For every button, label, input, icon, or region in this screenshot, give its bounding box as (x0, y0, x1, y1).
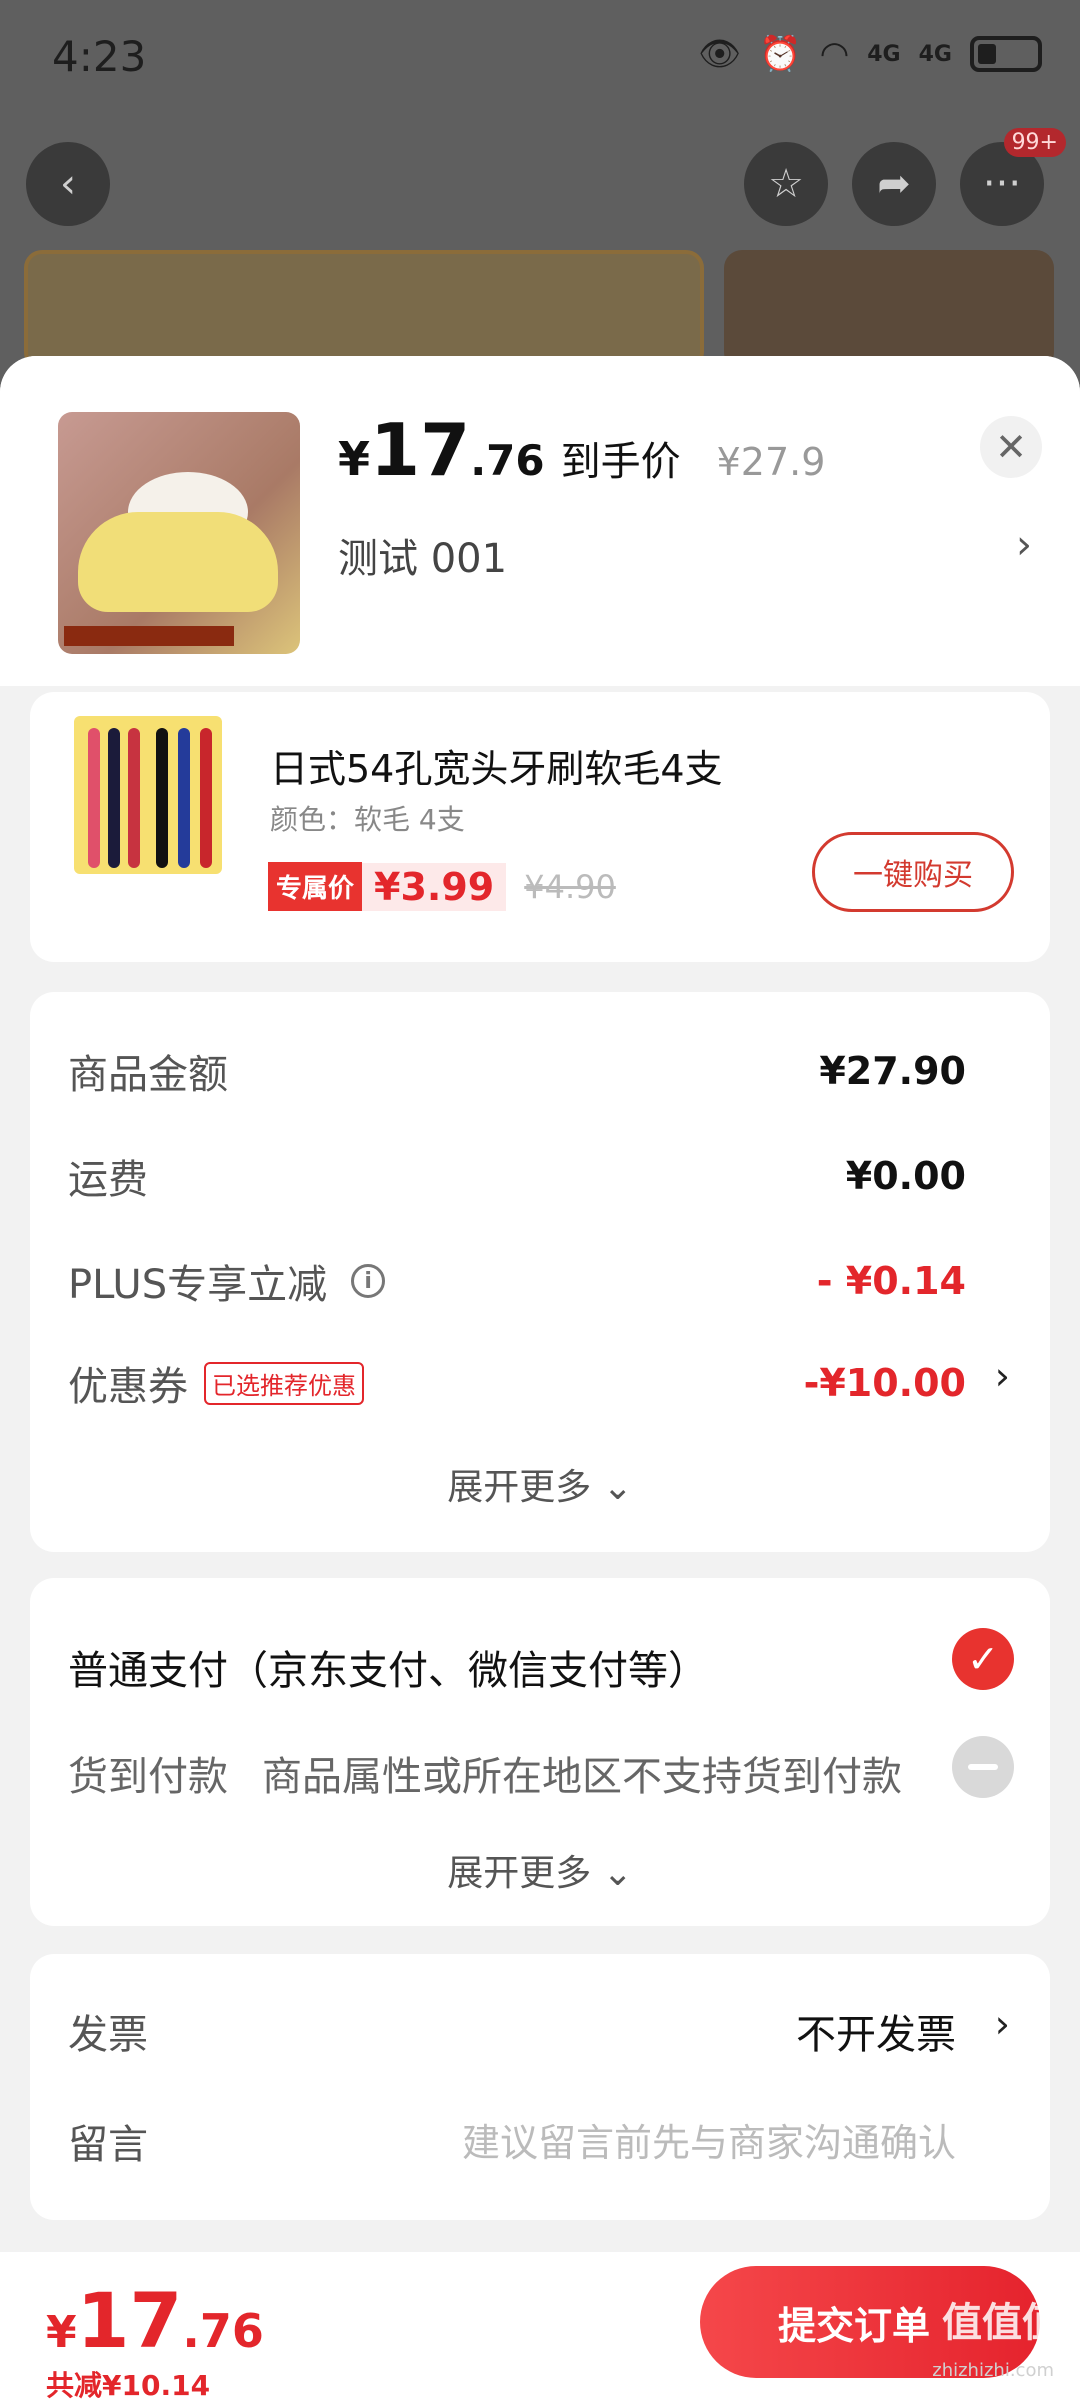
product-price: ¥ 17 .76 到手价 ¥27.9 (338, 408, 826, 492)
payment-option-normal[interactable]: 普通支付（京东支付、微信支付等） (68, 1638, 708, 1696)
signal-icon: 4G (867, 41, 901, 67)
share-button[interactable]: ➦ (852, 142, 936, 226)
alarm-icon: ⏰ (759, 34, 802, 74)
chevron-right-icon[interactable]: › (995, 1354, 1010, 1398)
signal-icon-2: 4G (918, 41, 952, 67)
expand-more-payment-button[interactable]: 展开更多 ⌄ (30, 1844, 1050, 1896)
original-price: ¥27.9 (716, 440, 826, 484)
more-icon: ··· (982, 161, 1022, 207)
one-click-buy-button[interactable]: 一键购买 (812, 832, 1014, 912)
addon-card: 日式54孔宽头牙刷软毛4支 颜色：软毛 4支 专属价 ¥3.99 ¥4.90 一… (30, 692, 1050, 962)
more-button[interactable]: ··· 99+ (960, 128, 1066, 226)
expand-more-button[interactable]: 展开更多 ⌄ (30, 1458, 1050, 1510)
order-sheet: ¥ 17 .76 到手价 ¥27.9 ✕ 测试 001 › 日式54孔宽头牙刷软… (0, 356, 1080, 2400)
product-image (58, 412, 300, 654)
background-product-image (24, 250, 704, 370)
favorite-button[interactable]: ☆ (744, 142, 828, 226)
disabled-icon (952, 1736, 1014, 1798)
wifi-icon: ◠ (819, 34, 850, 74)
close-button[interactable]: ✕ (980, 416, 1042, 478)
chevron-right-icon[interactable]: › (1016, 522, 1032, 568)
total-saved: 共减¥10.14 (46, 2369, 211, 2400)
chevron-left-icon: ‹ (60, 161, 76, 207)
price-label: 到手价 (560, 439, 681, 485)
invoice-label: 发票 (68, 2012, 148, 2058)
checkmark-icon[interactable]: ✓ (952, 1628, 1014, 1690)
eye-icon: 👁 (698, 34, 742, 74)
sheet-header: ¥ 17 .76 到手价 ¥27.9 ✕ 测试 001 › (0, 356, 1080, 686)
close-icon: ✕ (995, 425, 1027, 469)
variant-selector[interactable]: 测试 001 (338, 526, 507, 584)
summary-row-plus-discount: PLUS专享立减 i - ¥0.14 (68, 1259, 966, 1308)
status-bar: 4:23 👁 ⏰ ◠ 4G 4G (0, 0, 1080, 120)
watermark-logo: 值值值 (942, 2300, 1062, 2346)
addon-variant: 颜色：软毛 4支 (270, 803, 465, 836)
message-label: 留言 (68, 2122, 148, 2168)
exclusive-price: 专属价 ¥3.99 ¥4.90 (268, 862, 616, 911)
status-time: 4:23 (52, 32, 147, 81)
summary-row-subtotal: 商品金额 ¥27.90 (68, 1049, 966, 1098)
invoice-value[interactable]: 不开发票 (796, 2002, 956, 2060)
checkout-bar: ¥ 17 .76 共减¥10.14 提交订单 值值值 zhizhizhi.com (0, 2252, 1080, 2400)
chevron-right-icon[interactable]: › (995, 2002, 1010, 2046)
payment-option-cod: 货到付款 (68, 1754, 228, 1800)
coupon-tag: 已选推荐优惠 (204, 1361, 364, 1405)
summary-row-shipping: 运费 ¥0.00 (68, 1154, 966, 1203)
extra-card: 发票 不开发票 › 留言 建议留言前先与商家沟通确认 (30, 1954, 1050, 2220)
share-icon: ➦ (877, 161, 911, 207)
status-icons: 👁 ⏰ ◠ 4G 4G (698, 34, 1042, 74)
star-icon: ☆ (768, 161, 804, 207)
info-icon[interactable]: i (351, 1264, 386, 1298)
exclusive-tag: 专属价 (268, 862, 363, 911)
message-input[interactable]: 建议留言前先与商家沟通确认 (462, 2112, 956, 2167)
watermark-url: zhizhizhi.com (932, 2360, 1054, 2381)
summary-row-coupon[interactable]: 优惠券 已选推荐优惠 -¥10.00 (68, 1354, 966, 1412)
notification-badge: 99+ (1003, 128, 1066, 157)
addon-image (74, 716, 222, 874)
battery-icon (970, 36, 1042, 72)
background-product-image-2 (724, 250, 1054, 370)
total-price: ¥ 17 .76 (46, 2276, 264, 2365)
addon-title: 日式54孔宽头牙刷软毛4支 (270, 747, 723, 791)
price-summary-card: 商品金额 ¥27.90 运费 ¥0.00 PLUS专享立减 i - ¥0.14 优… (30, 992, 1050, 1552)
addon-price: ¥3.99 (362, 862, 507, 911)
payment-card: 普通支付（京东支付、微信支付等） ✓ 货到付款 商品属性或所在地区不支持货到付款… (30, 1578, 1050, 1926)
addon-original-price: ¥4.90 (524, 867, 616, 906)
cod-unavailable-note: 商品属性或所在地区不支持货到付款 (262, 1754, 902, 1800)
back-button[interactable]: ‹ (26, 142, 110, 226)
